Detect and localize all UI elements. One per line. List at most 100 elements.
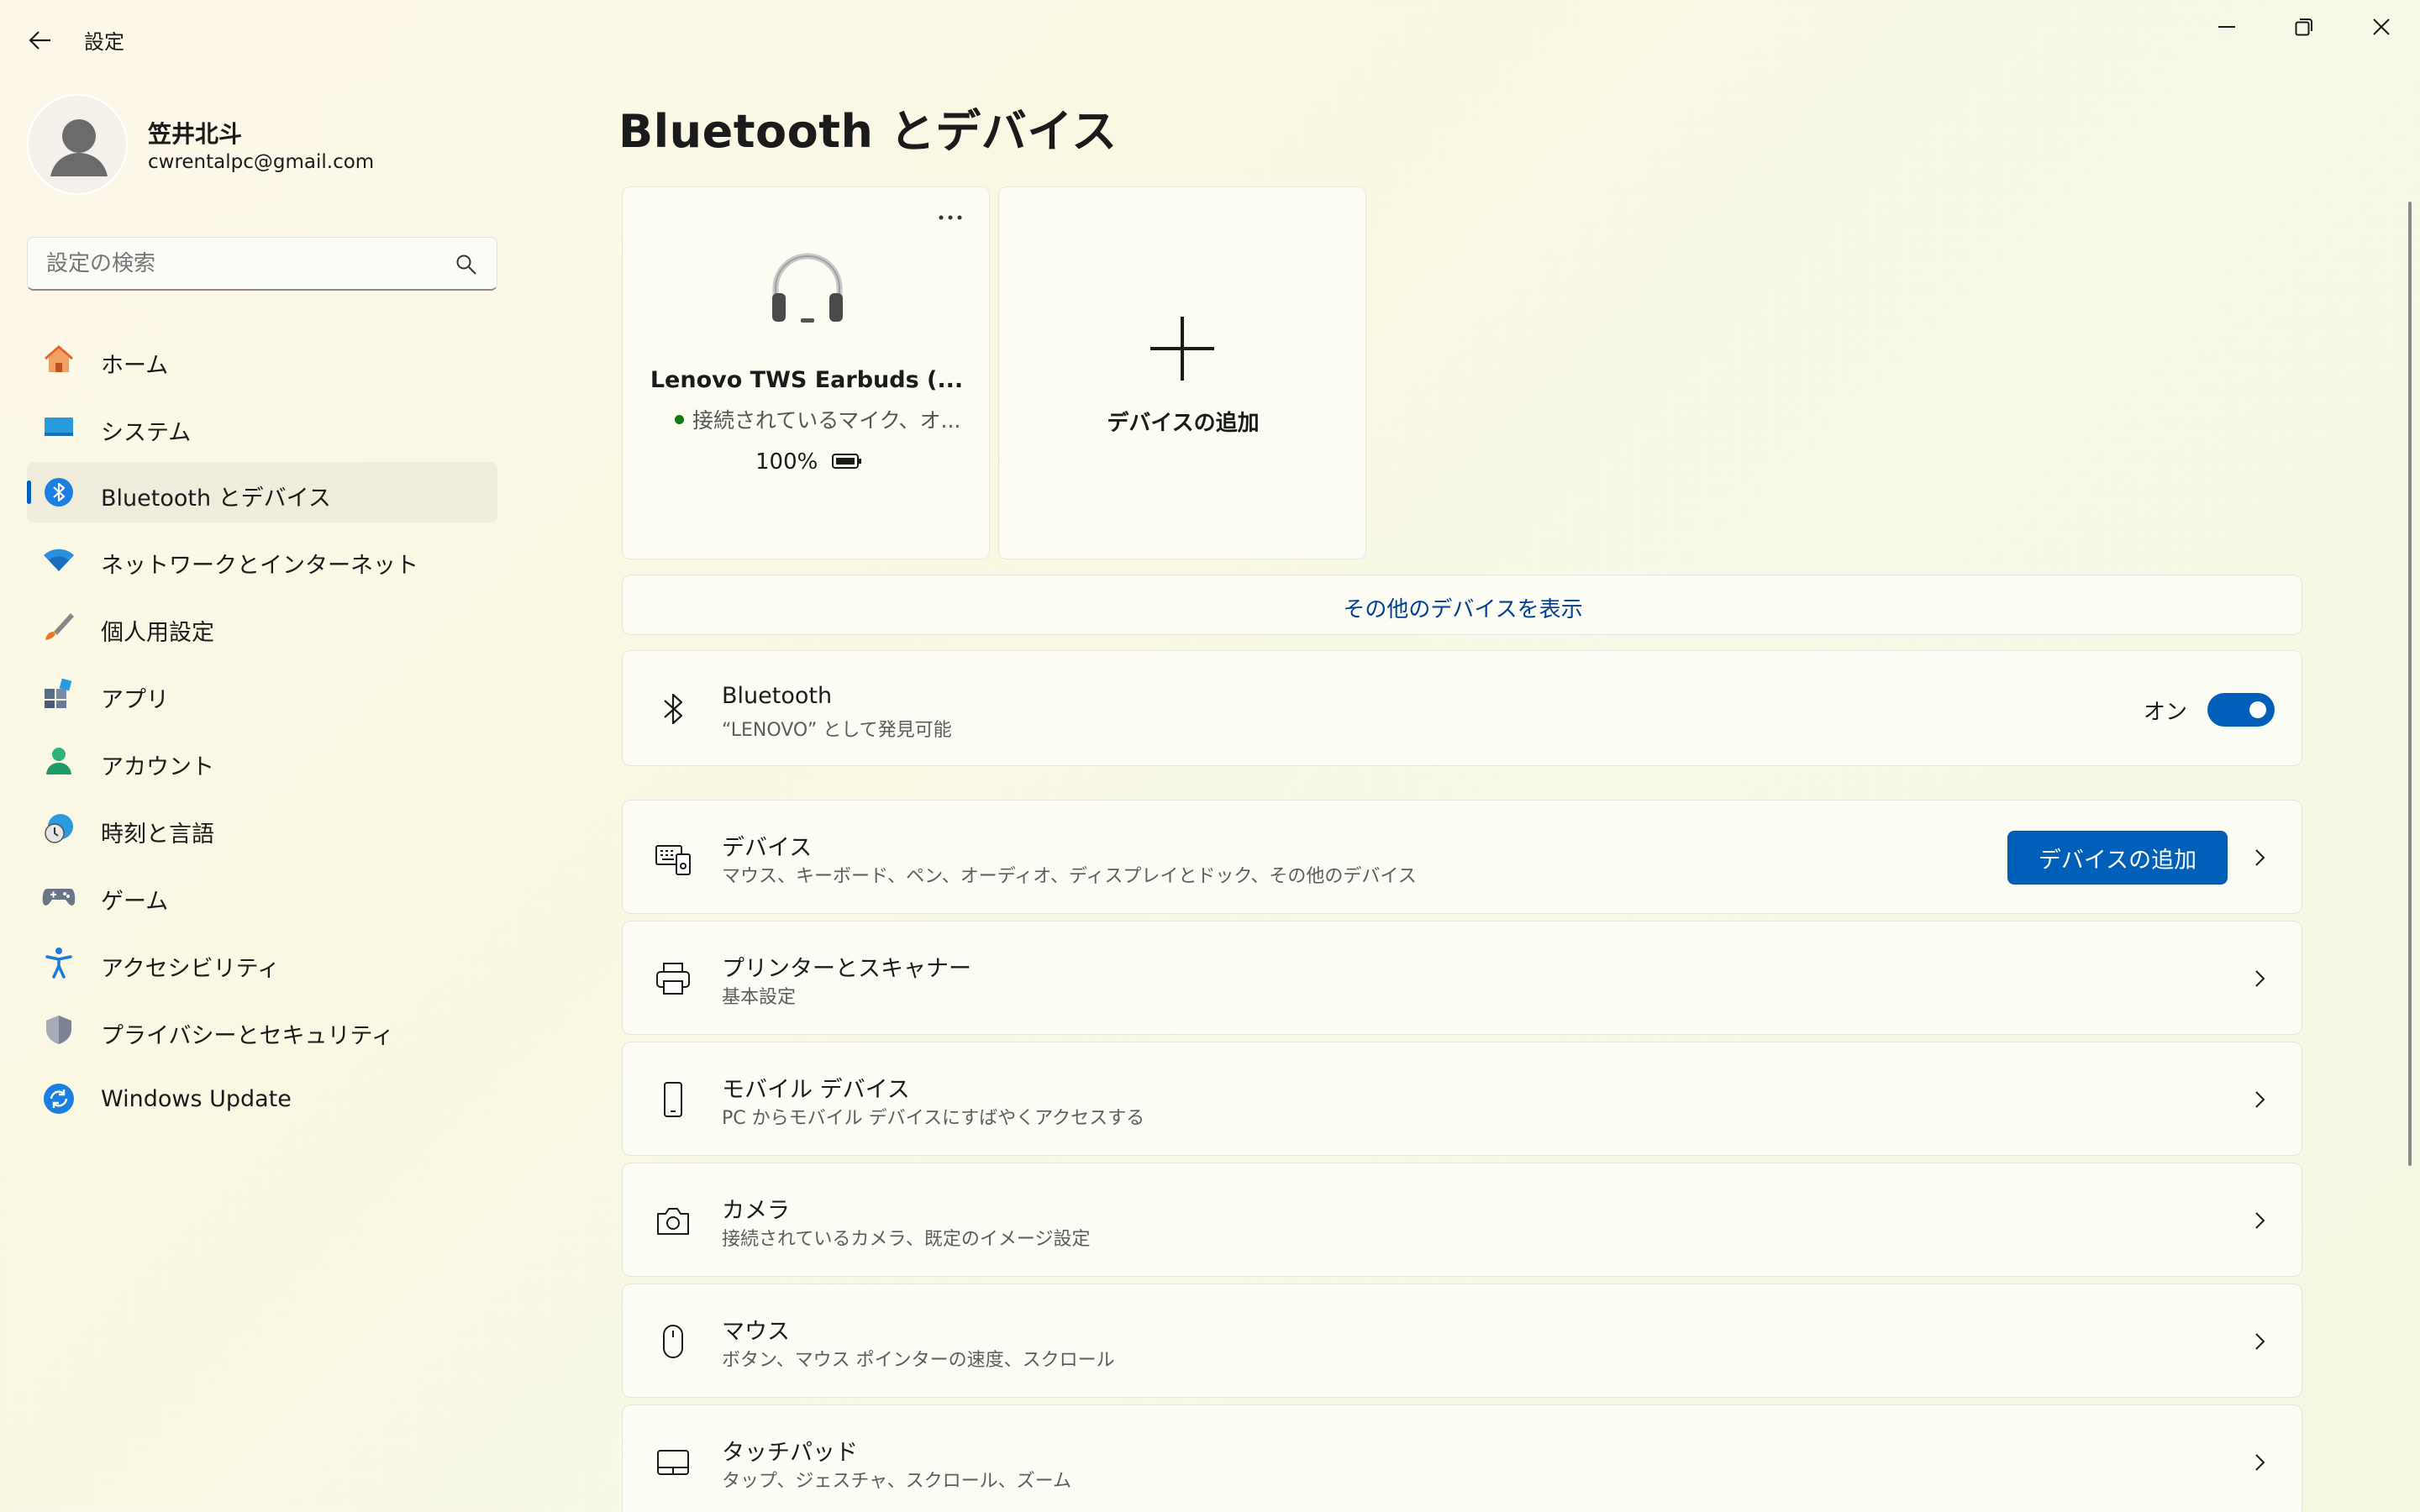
home-icon	[42, 343, 76, 376]
row-subtitle: ボタン、マウス ポインターの速度、スクロール	[722, 1350, 1115, 1371]
sidebar-item-windows-update[interactable]: Windows Update	[27, 1068, 497, 1129]
toggle-state-label: オン	[2143, 700, 2187, 725]
settings-row-printers[interactable]: プリンターとスキャナー 基本設定	[622, 921, 2302, 1035]
toggle-knob	[2249, 701, 2266, 718]
title-bar: 設定	[0, 0, 2420, 81]
bluetooth-icon	[42, 475, 76, 509]
minimize-button[interactable]	[2188, 0, 2265, 54]
camera-icon	[653, 1200, 693, 1241]
sidebar-item-system[interactable]: システム	[27, 396, 497, 457]
chevron-right-icon	[2255, 1212, 2265, 1229]
plus-icon	[1147, 313, 1218, 387]
close-button[interactable]	[2343, 0, 2420, 54]
row-title: モバイル デバイス	[722, 1077, 910, 1103]
settings-row-mobile-devices[interactable]: モバイル デバイス PC からモバイル デバイスにすばやくアクセスする	[622, 1042, 2302, 1156]
user-email: cwrentalpc@gmail.com	[148, 151, 375, 173]
devices-icon	[653, 837, 693, 878]
minimize-icon	[2218, 26, 2235, 28]
battery-icon	[831, 451, 863, 475]
bluetooth-toggle-row: Bluetooth “LENOVO” として発見可能 オン	[622, 650, 2302, 766]
search-icon[interactable]	[455, 253, 478, 276]
sidebar-item-label: 時刻と言語	[101, 822, 214, 848]
sidebar-item-personalization[interactable]: 個人用設定	[27, 596, 497, 657]
view-more-devices-label: その他のデバイスを表示	[1343, 597, 1583, 622]
restore-icon	[2295, 18, 2312, 36]
bluetooth-title: Bluetooth	[722, 683, 833, 709]
phone-icon	[653, 1079, 693, 1120]
sidebar-item-network[interactable]: ネットワークとインターネット	[27, 529, 497, 590]
apps-icon	[42, 677, 76, 711]
row-title: タッチパッド	[722, 1440, 858, 1466]
device-name: Lenovo TWS Earbuds (...	[650, 367, 964, 393]
back-button[interactable]	[17, 17, 64, 64]
gamepad-icon	[42, 879, 76, 912]
settings-row-camera[interactable]: カメラ 接続されているカメラ、既定のイメージ設定	[622, 1163, 2302, 1277]
search-box[interactable]	[27, 237, 497, 291]
battery-level: 100%	[755, 449, 818, 475]
chevron-right-icon	[2255, 1333, 2265, 1350]
brush-icon	[42, 610, 76, 643]
sidebar-item-gaming[interactable]: ゲーム	[27, 865, 497, 926]
bluetooth-subtitle: “LENOVO” として発見可能	[722, 720, 952, 741]
sidebar-item-label: Windows Update	[101, 1086, 292, 1112]
sidebar-item-label: ホーム	[101, 353, 169, 379]
row-subtitle: 基本設定	[722, 987, 797, 1008]
row-title: デバイス	[722, 835, 813, 861]
device-status: 接続されているマイク、オ...	[675, 404, 960, 434]
user-name: 笠井北斗	[148, 120, 243, 148]
row-subtitle: マウス、キーボード、ペン、オーディオ、ディスプレイとドック、その他のデバイス	[722, 866, 1417, 887]
sidebar-item-label: ゲーム	[101, 889, 169, 915]
row-title: カメラ	[722, 1198, 790, 1224]
sidebar-item-privacy[interactable]: プライバシーとセキュリティ	[27, 1000, 497, 1060]
settings-row-touchpad[interactable]: タッチパッド タップ、ジェスチャ、スクロール、ズーム	[622, 1404, 2302, 1512]
row-title: マウス	[722, 1319, 790, 1345]
search-input[interactable]	[46, 251, 441, 276]
vertical-scrollbar[interactable]	[2408, 202, 2412, 1166]
sidebar-item-label: アカウント	[101, 754, 214, 780]
sidebar-item-accounts[interactable]: アカウント	[27, 731, 497, 791]
sidebar-item-label: アクセシビリティ	[101, 956, 281, 982]
more-options-icon	[939, 215, 962, 220]
sidebar-item-apps[interactable]: アプリ	[27, 664, 497, 724]
more-options-button[interactable]	[937, 209, 964, 225]
row-subtitle: PC からモバイル デバイスにすばやくアクセスする	[722, 1108, 1145, 1129]
sidebar-item-time-language[interactable]: 時刻と言語	[27, 798, 497, 858]
sidebar-item-bluetooth[interactable]: Bluetooth とデバイス	[27, 462, 497, 522]
shield-icon	[42, 1013, 76, 1047]
update-icon	[42, 1082, 76, 1116]
back-arrow-icon	[29, 31, 50, 50]
bluetooth-toggle[interactable]	[2207, 693, 2275, 727]
settings-row-mouse[interactable]: マウス ボタン、マウス ポインターの速度、スクロール	[622, 1284, 2302, 1398]
bluetooth-symbol-icon	[653, 689, 693, 729]
sidebar-item-label: プライバシーとセキュリティ	[101, 1023, 394, 1049]
close-icon	[2373, 18, 2390, 35]
settings-row-devices[interactable]: デバイス マウス、キーボード、ペン、オーディオ、ディスプレイとドック、その他のデ…	[622, 800, 2302, 914]
person-icon	[50, 119, 108, 176]
device-status-text: 接続されているマイク、オ...	[692, 408, 961, 433]
printer-icon	[653, 958, 693, 999]
sidebar-item-home[interactable]: ホーム	[27, 329, 497, 390]
time-language-icon	[42, 811, 76, 845]
restore-button[interactable]	[2265, 0, 2343, 54]
page-title: Bluetooth とデバイス	[618, 105, 1118, 158]
view-more-devices-button[interactable]: その他のデバイスを表示	[622, 575, 2302, 635]
chevron-right-icon	[2255, 1454, 2265, 1471]
headphones-icon	[765, 246, 850, 333]
chevron-right-icon	[2255, 970, 2265, 987]
sidebar-item-label: ネットワークとインターネット	[101, 553, 418, 579]
row-subtitle: 接続されているカメラ、既定のイメージ設定	[722, 1229, 1091, 1250]
add-device-label: デバイスの追加	[1107, 411, 1260, 436]
add-device-button[interactable]: デバイスの追加	[2007, 831, 2228, 885]
app-title: 設定	[84, 30, 124, 54]
chevron-right-icon	[2255, 849, 2265, 866]
avatar[interactable]	[27, 94, 128, 195]
add-device-card[interactable]: デバイスの追加	[998, 186, 1366, 559]
sidebar-item-accessibility[interactable]: アクセシビリティ	[27, 932, 497, 993]
touchpad-icon	[653, 1442, 693, 1483]
wifi-icon	[42, 543, 76, 576]
device-card[interactable]: Lenovo TWS Earbuds (... 接続されているマイク、オ... …	[622, 186, 990, 559]
account-icon	[42, 744, 76, 778]
system-icon	[42, 410, 76, 444]
status-dot	[675, 414, 684, 424]
sidebar-item-label: Bluetooth とデバイス	[101, 486, 331, 512]
